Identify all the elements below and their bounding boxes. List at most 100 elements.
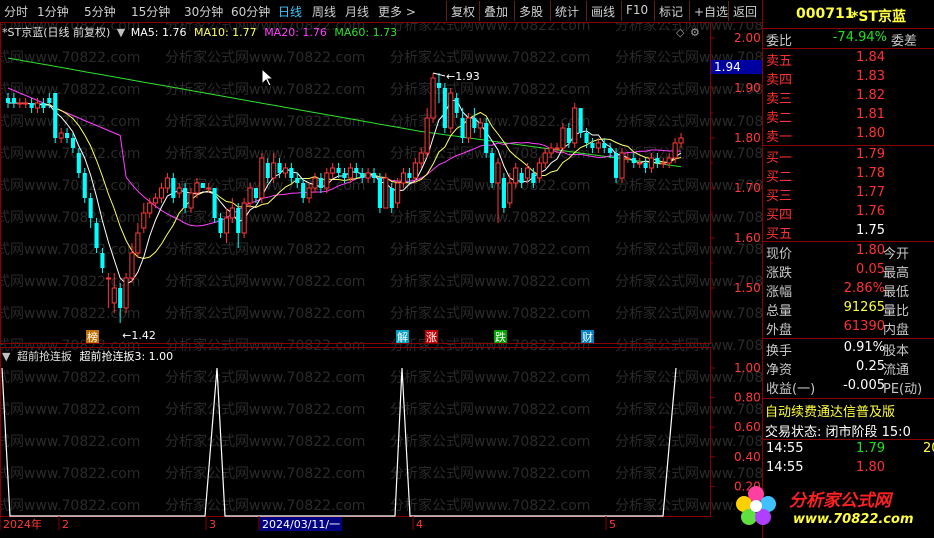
candle-body [236,208,241,233]
weibi-value: -74.94% [832,30,887,45]
kline-chart-area[interactable]: 分析家公式网www.70822.com 分析家公式网www.70822.com 分析… [0,22,762,538]
tab-more[interactable]: 更多 > [378,3,416,20]
stat2-label: 收益(一) [766,382,816,397]
restore-rights-button[interactable]: 复权 [446,1,479,21]
f10-button[interactable]: F10 [621,1,652,21]
candle-body [218,218,223,233]
bid-label: 买二 [766,170,793,185]
tick-row: 14:55 1.80 [763,460,934,479]
candle-body [407,173,412,178]
tab-minute-chart[interactable]: 分时 [4,3,28,20]
ask-row: 卖三 1.82 [763,88,934,107]
candle-body [206,187,212,190]
indicator-dropdown-icon[interactable]: ▼ [2,350,10,363]
notice-row[interactable]: 自动续费通达信普及版 [763,401,934,420]
tab-monthly[interactable]: 月线 [345,3,369,20]
candle-body [542,152,548,164]
tab-15min[interactable]: 15分钟 [131,3,170,20]
ask-row: 卖五 1.84 [763,50,934,69]
add-favorite-button[interactable]: +自选 [689,1,732,21]
candle-body [619,152,625,179]
chart-diamond-icon[interactable]: ◇ [676,26,684,39]
stat-label: 总量 [766,304,793,319]
candle-body [229,207,235,219]
tab-30min[interactable]: 30分钟 [184,3,223,20]
tick-row: 14:55 1.79 20 [763,441,934,460]
service-notice[interactable]: 自动续费通达信普及版 [765,401,895,420]
candle-body [247,187,253,204]
weibi-label: 委比 [766,34,793,49]
stat-row: 涨幅 2.86% 最低 [763,281,934,300]
candle-body [265,163,270,178]
ma60-label: MA60: 1.73 [334,26,398,39]
tab-daily[interactable]: 日线 [278,3,302,20]
ask-label: 卖一 [766,130,793,145]
stat2-value: 0.25 [856,359,885,374]
chart-settings-icon[interactable]: ⚙ [690,26,700,39]
bid-label: 买四 [766,208,793,223]
ask-label: 卖二 [766,111,793,126]
stat-label2: 最高 [883,266,910,281]
candle-body [625,157,631,160]
candle-body [578,108,583,133]
candle-body [118,288,123,308]
watermark-text: 分析家公式网www.70822.com [0,145,140,162]
overlay-button[interactable]: 叠加 [479,1,512,21]
bid-label: 买一 [766,151,793,166]
stat2-label2: 流通 [883,363,910,378]
candle-body [123,277,129,309]
tab-1min[interactable]: 1分钟 [37,3,69,20]
candle-body [424,117,430,154]
candle-body [637,162,643,165]
stat2-label: 换手 [766,344,793,359]
stat-value: 2.86% [843,281,885,296]
watermark-text: 分析家公式网www.70822.com [165,465,365,482]
mark-button[interactable]: 标记 [654,1,687,21]
trade-status: 交易状态: 闭市阶段 15:0 [765,425,911,440]
watermark-text: 分析家公式网www.70822.com [390,241,590,258]
draw-line-button[interactable]: 画线 [586,1,619,21]
candle-body [436,83,442,88]
stat-row: 涨跌 0.05 最高 [763,262,934,281]
ask-price: 1.82 [856,88,885,103]
watermark-text: 分析家公式网www.70822.com [390,81,590,98]
stat-value: 0.05 [856,262,885,277]
candle-body [105,277,111,280]
multi-stock-button[interactable]: 多股 [514,1,547,21]
stock-code: 000711 [796,6,855,22]
high-annotation: ←1.93 [446,70,480,83]
candle-body [70,138,76,148]
candle-body [306,187,312,199]
watermark-text: 分析家公式网www.70822.com [165,113,365,130]
watermark-text: 分析家公式网www.70822.com [390,22,590,34]
candle-body [135,232,141,254]
date-label: 5 [609,518,616,531]
indicator-tick-label: 0.80 [734,391,761,405]
current-price-label: 1.94 [714,60,741,74]
candle-body [377,178,382,208]
weicha-label: 委差 [891,34,918,49]
indicator-legend: ▼ 超前抢连扳 超前抢连扳3: 1.00 [2,348,173,364]
candle-body [58,132,64,139]
legend-dropdown-icon[interactable]: ▼ [117,26,125,39]
candle-body [648,157,655,169]
watermark-text: 分析家公式网www.70822.com [165,337,365,354]
stock-header: 000711 *ST京蓝 [763,0,934,30]
candle-body [53,93,58,138]
tab-5min[interactable]: 5分钟 [84,3,116,20]
tick-price: 1.80 [856,460,885,475]
candle-body [312,177,318,189]
candle-body [672,142,678,159]
watermark-text: 分析家公式网www.70822.com [390,497,590,514]
statistics-button[interactable]: 统计 [550,1,583,21]
candle-body [495,162,501,184]
tab-60min[interactable]: 60分钟 [231,3,270,20]
back-button[interactable]: 返回 [728,1,761,21]
candle-body [183,188,188,208]
candle-body [347,167,353,179]
candle-body [643,163,648,168]
ask-label: 卖四 [766,73,793,88]
tab-weekly[interactable]: 周线 [312,3,336,20]
stock-title-label: *ST京蓝(日线 前复权) [2,26,111,39]
stat2-label2: 股本 [883,344,910,359]
